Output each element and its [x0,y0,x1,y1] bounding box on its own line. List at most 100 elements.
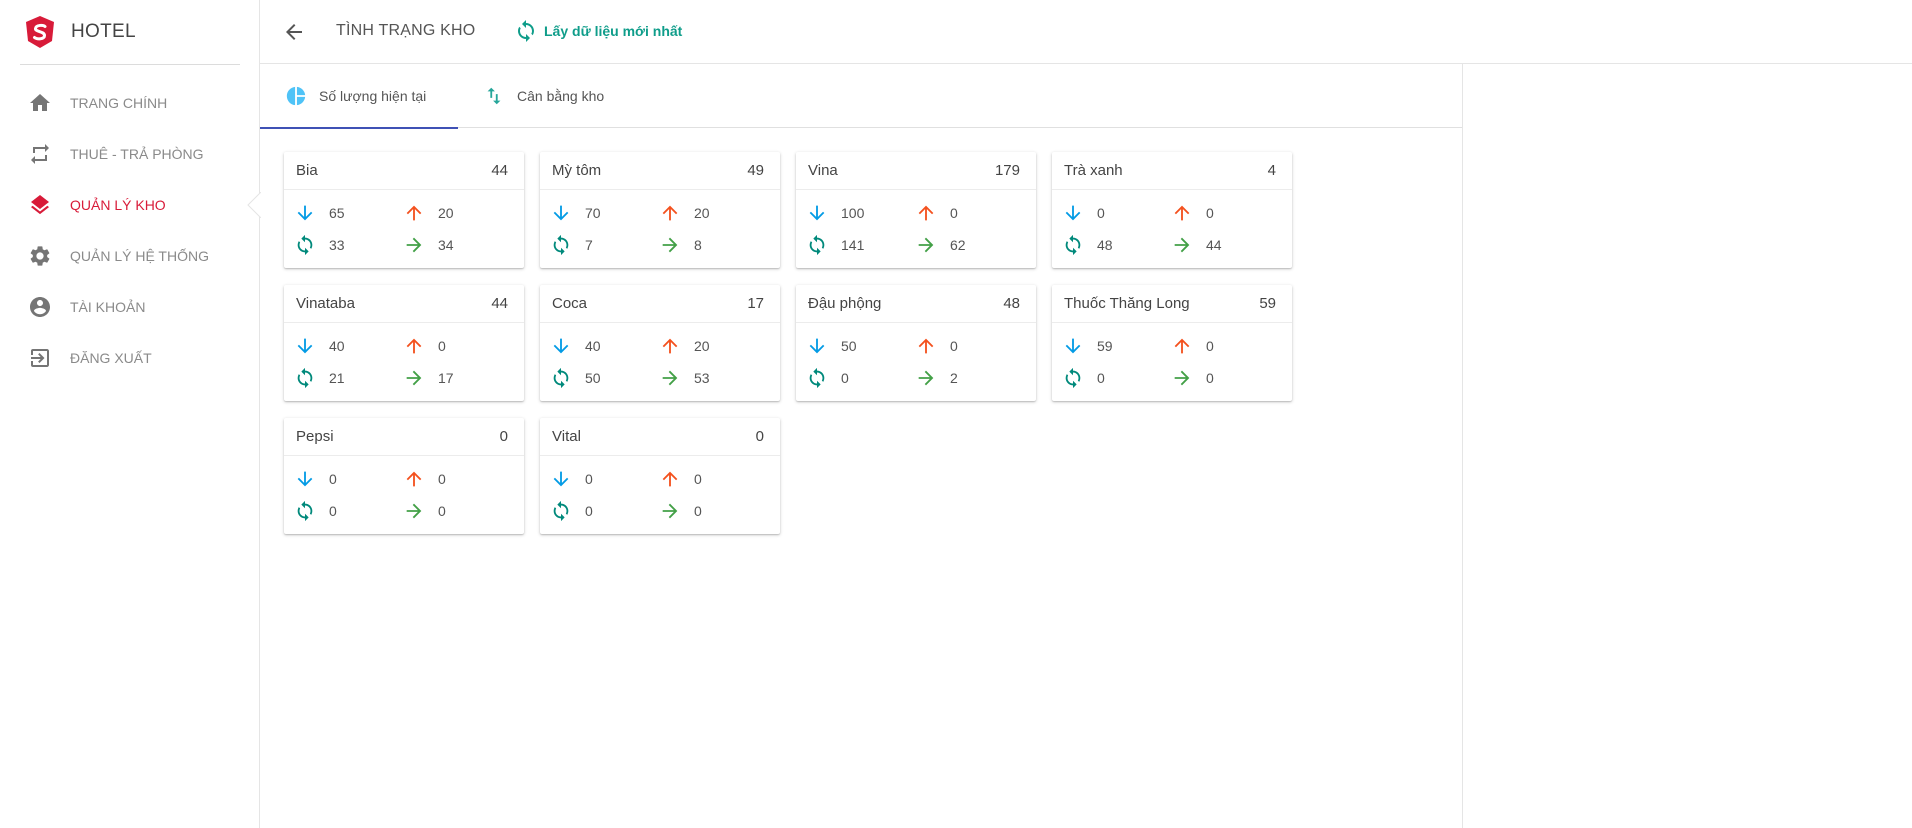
item-name: Vital [552,428,581,445]
app-root: HOTEL TRANG CHÍNH THUÊ - TRẢ PHÒNG QUẢN … [0,0,1912,828]
inventory-card[interactable]: Đậu phộng 48 50 0 0 2 [796,285,1036,401]
inventory-card[interactable]: Mỳ tôm 49 70 20 7 8 [540,152,780,268]
sidebar-item-account[interactable]: TÀI KHOẢN [0,281,260,332]
sidebar-item-label: THUÊ - TRẢ PHÒNG [70,145,204,162]
stat-in: 70 [550,202,601,224]
arrow-up-icon [406,471,422,487]
arrow-right-icon [662,370,678,386]
stat-in-value: 40 [585,338,601,354]
arrow-up-icon [1174,205,1190,221]
tab-label: Số lượng hiện tại [319,88,427,104]
pie-chart-icon [286,86,306,106]
item-total: 17 [747,295,764,312]
stat-cycle-value: 48 [1097,237,1113,253]
tab-bar: Số lượng hiện tại Cân bằng kho [260,64,1462,129]
tab-current-quantity[interactable]: Số lượng hiện tại [260,64,458,129]
inventory-card[interactable]: Coca 17 40 20 50 53 [540,285,780,401]
stat-move: 53 [659,367,710,389]
app-name: HOTEL [71,21,136,42]
stat-cycle: 21 [294,367,345,389]
shield-logo-icon [26,16,54,48]
arrow-down-icon [297,471,313,487]
arrow-right-icon [1174,237,1190,253]
card-header: Đậu phộng 48 [796,285,1036,323]
card-header: Thuốc Thăng Long 59 [1052,285,1292,323]
inventory-card[interactable]: Vinataba 44 40 0 21 17 [284,285,524,401]
arrow-down-icon [297,205,313,221]
sidebar-item-label: QUẢN LÝ HỆ THỐNG [70,247,209,264]
card-header: Vinataba 44 [284,285,524,323]
inventory-card[interactable]: Pepsi 0 0 0 0 0 [284,418,524,534]
stat-cycle: 7 [550,234,593,256]
inventory-card[interactable]: Vital 0 0 0 0 0 [540,418,780,534]
sidebar-item-label: TRANG CHÍNH [70,94,168,111]
stat-out: 0 [403,335,446,357]
stat-in-value: 65 [329,205,345,221]
inventory-card[interactable]: Thuốc Thăng Long 59 59 0 0 0 [1052,285,1292,401]
inventory-card[interactable]: Vina 179 100 0 141 62 [796,152,1036,268]
stat-move: 0 [403,500,446,522]
arrow-right-icon [406,370,422,386]
sidebar-item-logout[interactable]: ĐĂNG XUẤT [0,332,260,383]
stat-move-value: 34 [438,237,454,253]
sidebar-divider [20,64,240,65]
stat-cycle: 0 [1062,367,1105,389]
stat-out: 0 [915,335,958,357]
item-name: Vinataba [296,295,355,312]
item-name: Bia [296,162,318,179]
account-icon [28,295,52,319]
arrow-down-icon [553,338,569,354]
arrow-right-icon [918,370,934,386]
arrow-right-icon [406,503,422,519]
stat-in: 0 [294,468,337,490]
inventory-card[interactable]: Trà xanh 4 0 0 48 44 [1052,152,1292,268]
arrow-down-icon [809,205,825,221]
stat-move-value: 0 [438,503,446,519]
item-name: Coca [552,295,588,312]
sync-icon [553,367,569,389]
stat-cycle-value: 0 [329,503,337,519]
stat-cycle-value: 7 [585,237,593,253]
stat-cycle: 50 [550,367,601,389]
stat-in-value: 100 [841,205,865,221]
stat-cycle: 0 [294,500,337,522]
arrow-down-icon [1065,338,1081,354]
stat-move: 17 [403,367,454,389]
stat-cycle: 48 [1062,234,1113,256]
inventory-panel: Số lượng hiện tại Cân bằng kho Bia 44 65… [260,64,1463,828]
arrow-down-icon [809,338,825,354]
sidebar-item-checkin-checkout[interactable]: THUÊ - TRẢ PHÒNG [0,128,260,179]
sync-icon [297,234,313,256]
stat-out: 20 [659,202,710,224]
brand[interactable]: HOTEL [22,12,136,52]
stat-out-value: 0 [950,205,958,221]
tab-active-indicator [260,127,458,129]
sidebar-item-label: TÀI KHOẢN [70,298,146,315]
stat-out-value: 0 [1206,205,1214,221]
back-arrow-icon[interactable] [282,20,306,44]
top-bar: TÌNH TRẠNG KHO Lấy dữ liệu mới nhất [260,0,1912,64]
refresh-button[interactable]: Lấy dữ liệu mới nhất [514,19,682,43]
arrow-up-icon [1174,338,1190,354]
arrow-down-icon [1065,205,1081,221]
stat-in-value: 59 [1097,338,1113,354]
inventory-card[interactable]: Bia 44 65 20 33 34 [284,152,524,268]
arrow-up-icon [662,205,678,221]
stat-out-value: 20 [438,205,454,221]
sidebar-item-system[interactable]: QUẢN LÝ HỆ THỐNG [0,230,260,281]
tab-stock-balance[interactable]: Cân bằng kho [458,64,638,128]
card-header: Coca 17 [540,285,780,323]
sync-icon [809,367,825,389]
item-total: 44 [491,295,508,312]
sidebar-item-inventory[interactable]: QUẢN LÝ KHO [0,179,261,230]
arrow-right-icon [662,237,678,253]
sidebar-item-home[interactable]: TRANG CHÍNH [0,77,260,128]
stat-cycle-value: 33 [329,237,345,253]
sync-icon [1065,234,1081,256]
stat-move-value: 2 [950,370,958,386]
arrow-right-icon [1174,370,1190,386]
stat-out: 0 [403,468,446,490]
stat-out-value: 20 [694,205,710,221]
stat-cycle: 141 [806,234,864,256]
stat-move-value: 53 [694,370,710,386]
